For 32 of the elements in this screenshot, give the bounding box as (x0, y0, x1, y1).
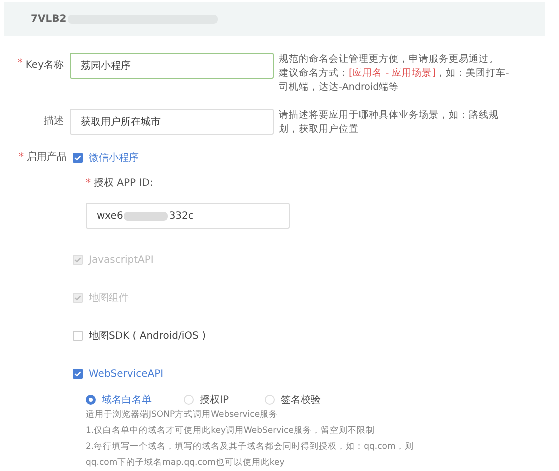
required-mark: * (18, 57, 23, 71)
field-label: 启用产品 (27, 151, 67, 165)
text-input[interactable]: 获取用户所在城市 (70, 109, 274, 135)
radio-label: 授权IP (200, 394, 229, 407)
input-text: wxe6 (97, 210, 124, 222)
key-id-text: 7VLB2 (31, 14, 67, 24)
hint-text: 规范的命名会让管理更方便，申请服务更易通过。 建议命名方式：[应用名 - 应用场景]，如：美团打车-司机端，达达-Android端等 (279, 53, 510, 95)
required-mark: * (19, 151, 24, 165)
help-text: 2.每行填写一个域名，填写的域名及其子域名都会同时得到授权，如：qq.com，则 (86, 441, 415, 454)
checkbox[interactable] (73, 369, 83, 379)
redacted-block (124, 212, 168, 220)
checkbox-label: 微信小程序 (89, 152, 139, 165)
radio-label: 签名校验 (281, 394, 321, 407)
required-mark: * (86, 178, 91, 189)
text-input[interactable]: 荔园小程序 (70, 53, 274, 79)
help-text: qq.com下的子域名map.qq.com也可以使用此key (86, 457, 286, 470)
help-text: 适用于浏览器端JSONP方式调用Webservice服务 (86, 409, 280, 422)
hint-text: 请描述将要应用于哪种具体业务场景，如：路线规划，获取用户位置 (279, 109, 500, 137)
app-id-input[interactable]: wxe6 332c (86, 203, 290, 229)
checkbox[interactable] (73, 331, 83, 341)
radio-label: 域名白名单 (102, 394, 152, 407)
field-label: 描述 (44, 114, 64, 129)
help-text: 1.仅白名单中的域名才可使用此key调用WebService服务，留空则不限制 (86, 425, 376, 438)
input-text: 332c (169, 210, 194, 222)
checkbox-label: 地图SDK ( Android/iOS ) (89, 330, 206, 343)
checkbox-label: JavascriptAPI (89, 254, 154, 266)
field-label: 授权 APP ID: (94, 178, 154, 189)
checkbox-label: WebServiceAPI (89, 368, 164, 380)
radio-button[interactable] (86, 395, 96, 405)
field-label: Key名称 (26, 59, 64, 73)
checkbox[interactable] (73, 153, 83, 163)
checkbox-label: 地图组件 (89, 292, 129, 305)
